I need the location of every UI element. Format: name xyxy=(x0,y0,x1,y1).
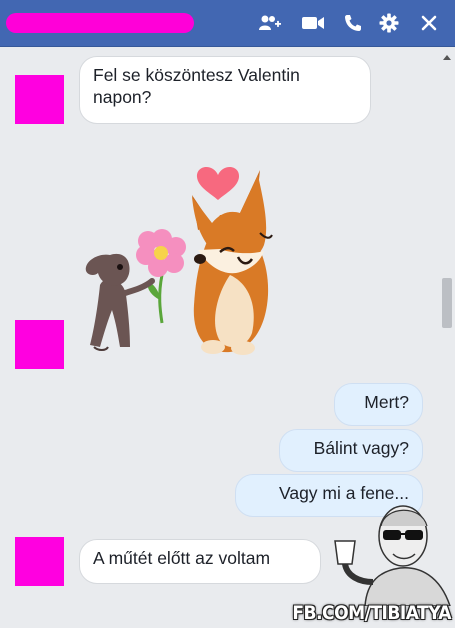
scrollbar-thumb[interactable] xyxy=(442,278,452,328)
chat-header xyxy=(0,0,455,47)
incoming-message-bubble: A műtét előtt az voltam xyxy=(79,539,321,584)
contact-name-redacted[interactable] xyxy=(6,13,194,33)
incoming-message-bubble: Fel se köszöntesz Valentin napon? xyxy=(79,56,371,124)
sender-avatar[interactable] xyxy=(15,75,64,124)
close-icon[interactable] xyxy=(417,12,441,34)
gear-icon[interactable] xyxy=(377,12,401,34)
dog-with-flower-and-fox-sticker[interactable] xyxy=(80,155,280,360)
watermark-character-drawing xyxy=(325,496,455,607)
watermark-text: FB.COM/TIBIATYA xyxy=(292,602,451,624)
outgoing-message-bubble: Bálint vagy? xyxy=(279,429,423,472)
video-call-icon[interactable] xyxy=(301,12,325,34)
sender-avatar[interactable] xyxy=(15,320,64,369)
scroll-up-arrow-icon[interactable] xyxy=(443,55,451,60)
outgoing-message-bubble: Mert? xyxy=(334,383,423,426)
add-people-icon[interactable] xyxy=(258,12,282,34)
phone-call-icon[interactable] xyxy=(341,12,365,34)
heart-icon xyxy=(196,166,240,200)
sender-avatar[interactable] xyxy=(15,537,64,586)
